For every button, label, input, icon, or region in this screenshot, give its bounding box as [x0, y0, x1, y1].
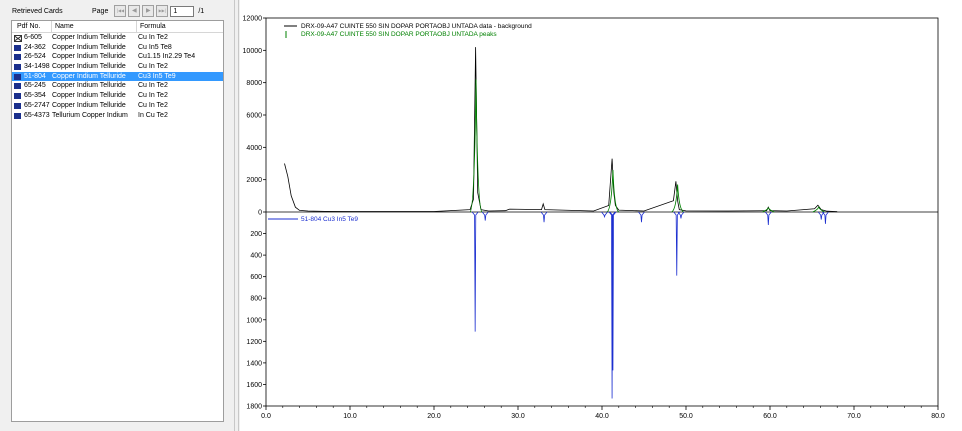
- chemical-formula: Cu1.15 In2.29 Te4: [138, 53, 196, 61]
- card-icon: [14, 73, 21, 80]
- splitter[interactable]: [234, 0, 239, 431]
- x-tick-label: 80.0: [931, 413, 945, 420]
- chemical-formula: Cu In Te2: [138, 82, 168, 90]
- chemical-formula: Cu In Te2: [138, 92, 168, 100]
- chemical-formula: Cu3 In5 Te9: [138, 72, 176, 80]
- reference-label: 51-804 Cu3 In5 Te9: [301, 216, 358, 223]
- page-label: Page: [92, 7, 109, 15]
- pdf-number: 26-524: [24, 53, 46, 61]
- pdf-number: 65-354: [24, 92, 46, 100]
- last-page-button[interactable]: ▶▶|: [156, 5, 169, 17]
- pager: Page |◀◀ ◀ ▶ ▶▶| /1: [92, 5, 204, 17]
- table-row[interactable]: 65-354 Copper Indium Telluride Cu In Te2: [12, 91, 223, 101]
- pdf-number: 6-605: [24, 34, 42, 41]
- pdf-number: 65-245: [24, 82, 46, 90]
- table-row[interactable]: 65-4373 Tellurium Copper Indium In Cu Te2: [12, 111, 223, 121]
- card-icon: [14, 102, 21, 109]
- card-icon: [14, 93, 21, 100]
- compound-name: Copper Indium Telluride: [52, 82, 126, 90]
- deleted-card-icon: [14, 35, 22, 42]
- y-tick-label: 600: [250, 274, 262, 281]
- table-row[interactable]: 6-605 Copper Indium Telluride Cu In Te2: [12, 33, 223, 43]
- x-tick-label: 60.0: [763, 413, 777, 420]
- chemical-formula: Cu In Te2: [138, 101, 168, 109]
- table-body: 6-605 Copper Indium Telluride Cu In Te2 24-…: [12, 33, 223, 120]
- y-tick-label: 400: [250, 253, 262, 260]
- y-tick-label: 8000: [246, 80, 262, 87]
- x-tick-label: 70.0: [847, 413, 861, 420]
- pdf-number: 24-362: [24, 43, 46, 51]
- y-tick-label: 1000: [246, 317, 262, 324]
- table-row[interactable]: 24-362 Copper Indium Telluride Cu In5 Te8: [12, 43, 223, 53]
- x-tick-label: 40.0: [595, 413, 609, 420]
- chemical-formula: Cu In Te2: [138, 63, 168, 71]
- table-row[interactable]: 34-1498 Copper Indium Telluride Cu In Te2: [12, 62, 223, 72]
- y-tick-label: 200: [250, 231, 262, 238]
- x-tick-label: 30.0: [511, 413, 525, 420]
- y-tick-label: 2000: [246, 177, 262, 184]
- card-icon: [14, 54, 21, 61]
- retrieved-cards-panel: Retrieved Cards Page |◀◀ ◀ ▶ ▶▶| /1 Pdf …: [0, 0, 234, 431]
- compound-name: Copper Indium Telluride: [52, 34, 126, 41]
- y-tick-label: 12000: [243, 16, 263, 23]
- next-page-button[interactable]: ▶: [142, 5, 155, 17]
- compound-name: Copper Indium Telluride: [52, 63, 126, 71]
- cards-table: Pdf No. Name Formula 6-605 Copper Indium …: [11, 20, 224, 422]
- table-header: Pdf No. Name Formula: [12, 21, 223, 33]
- chemical-formula: Cu In Te2: [138, 34, 168, 41]
- table-row[interactable]: 51-804 Copper Indium Telluride Cu3 In5 Te9: [12, 71, 223, 82]
- compound-name: Copper Indium Telluride: [52, 92, 126, 100]
- compound-name: Copper Indium Telluride: [52, 43, 126, 51]
- first-page-button[interactable]: |◀◀: [114, 5, 127, 17]
- chemical-formula: In Cu Te2: [138, 111, 168, 119]
- x-tick-label: 20.0: [427, 413, 441, 420]
- pattern-chart-panel: 0.0 10.0 20.0 30.0 40.0 50.0 60.0 70.0 80.0 12000…: [240, 0, 962, 431]
- column-divider[interactable]: [51, 21, 52, 32]
- x-tick-label: 0.0: [261, 413, 271, 420]
- y-tick-label: 1600: [246, 382, 262, 389]
- table-row[interactable]: 26-524 Copper Indium Telluride Cu1.15 In2.…: [12, 52, 223, 62]
- x-tick-label: 10.0: [343, 413, 357, 420]
- column-header-name[interactable]: Name: [55, 23, 74, 30]
- y-tick-label: 1400: [246, 360, 262, 367]
- pdf-number: 65-4373: [24, 111, 50, 119]
- card-icon: [14, 83, 21, 90]
- page-total: /1: [198, 7, 205, 15]
- y-tick-label: 0: [258, 210, 262, 217]
- previous-page-button[interactable]: ◀: [128, 5, 141, 17]
- chemical-formula: Cu In5 Te8: [138, 43, 172, 51]
- column-header-formula[interactable]: Formula: [140, 23, 166, 30]
- page-number-input[interactable]: [170, 5, 195, 17]
- diffraction-chart: 0.0 10.0 20.0 30.0 40.0 50.0 60.0 70.0 80.012000…: [243, 16, 945, 421]
- legend-label-peaks: DRX-09-A47 CUINTE 550 SIN DOPAR PORTAOBJ…: [301, 31, 497, 38]
- x-tick-label: 50.0: [679, 413, 693, 420]
- y-tick-label: 1200: [246, 339, 262, 346]
- column-header-pdf[interactable]: Pdf No.: [17, 23, 40, 30]
- compound-name: Tellurium Copper Indium: [52, 111, 128, 119]
- y-tick-label: 6000: [246, 113, 262, 120]
- pdf-number: 34-1498: [24, 63, 50, 71]
- y-tick-label: 4000: [246, 145, 262, 152]
- compound-name: Copper Indium Telluride: [52, 53, 126, 61]
- column-divider[interactable]: [136, 21, 137, 32]
- table-row[interactable]: 65-2747 Copper Indium Telluride Cu In Te2: [12, 101, 223, 111]
- y-tick-label: 800: [250, 296, 262, 303]
- card-icon: [14, 44, 21, 51]
- pdf-number: 65-2747: [24, 101, 50, 109]
- legend-label-data: DRX-09-A47 CUINTE 550 SIN DOPAR PORTAOBJ…: [301, 23, 532, 30]
- y-tick-label: 1800: [246, 404, 262, 411]
- y-tick-label: 10000: [243, 48, 263, 55]
- compound-name: Copper Indium Telluride: [52, 101, 126, 109]
- card-icon: [14, 112, 21, 119]
- table-row[interactable]: 65-245 Copper Indium Telluride Cu In Te2: [12, 81, 223, 91]
- panel-title: Retrieved Cards: [12, 8, 63, 15]
- compound-name: Copper Indium Telluride: [52, 72, 126, 80]
- pdf-number: 51-804: [24, 72, 46, 80]
- card-icon: [14, 64, 21, 71]
